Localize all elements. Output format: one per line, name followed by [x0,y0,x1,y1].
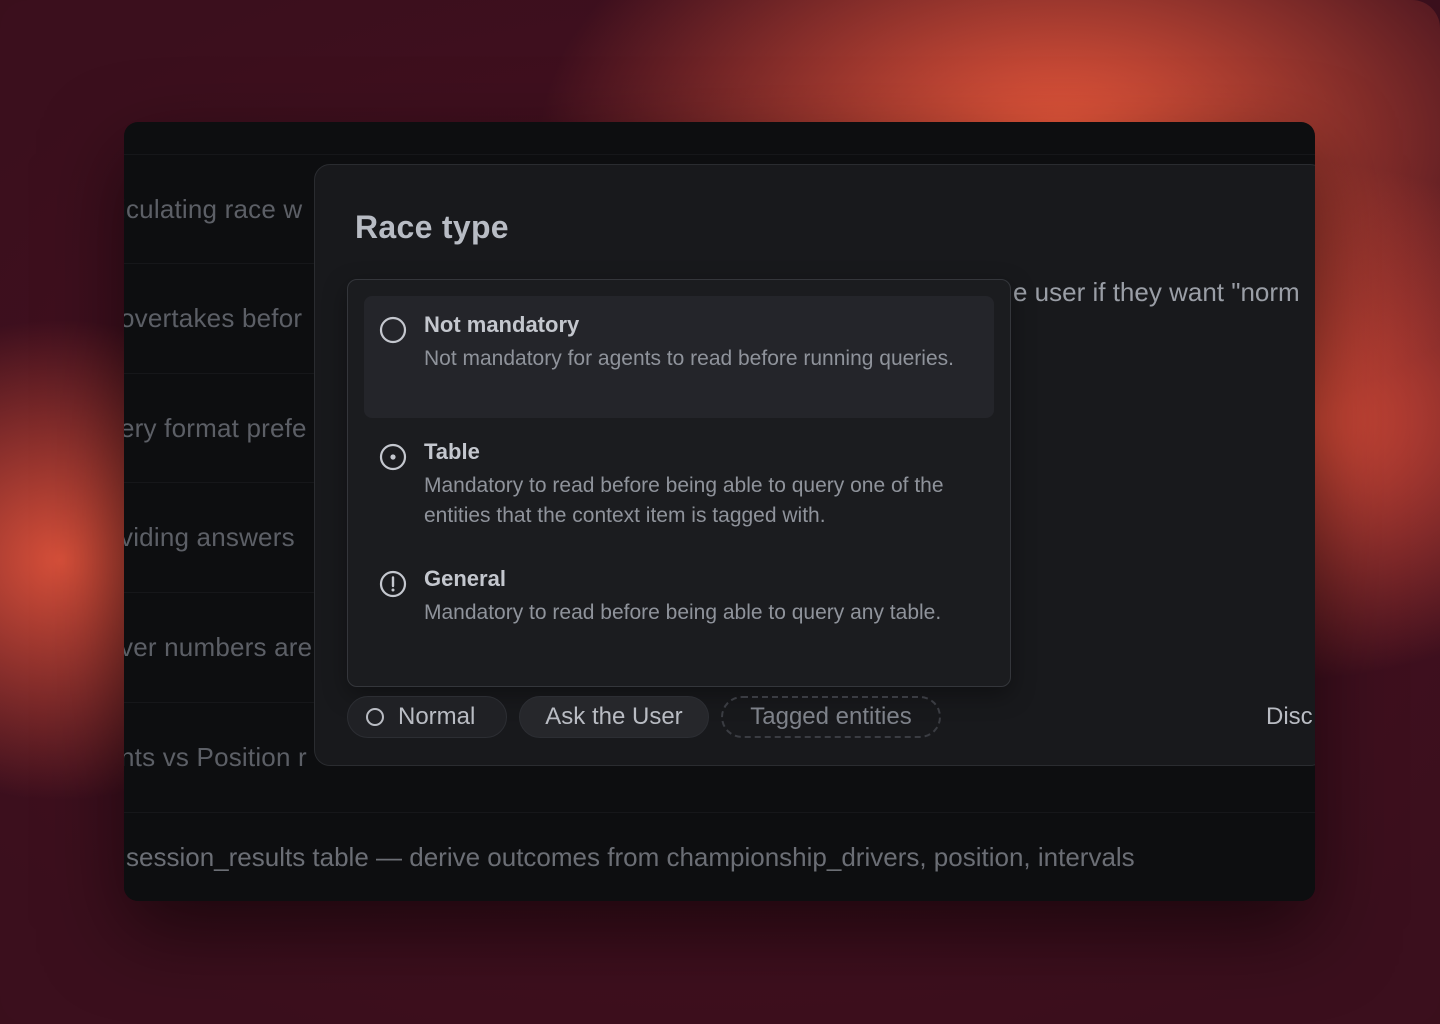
option-not-mandatory[interactable]: Not mandatory Not mandatory for agents t… [364,296,994,418]
circle-dot-icon [379,443,407,471]
chip-label: Ask the User [545,703,683,730]
chip-label: Normal [398,703,476,730]
option-title: Not mandatory [424,312,580,337]
race-type-dropdown: Not mandatory Not mandatory for agents t… [347,279,1011,687]
chip-label: Tagged entities [750,703,912,730]
tagged-entities-chip[interactable]: Tagged entities [721,696,941,738]
list-item-text: ver numbers are [124,632,313,662]
option-description: Mandatory to read before being able to q… [424,601,942,624]
option-description: Mandatory to read before being able to q… [424,474,944,527]
list-item-text: viding answers [124,522,295,552]
chip-bar: Normal Ask the User Tagged entities [347,696,941,740]
list-item-text: nts vs Position r [124,742,307,772]
option-general[interactable]: General Mandatory to read before being a… [364,550,994,672]
race-type-chip[interactable]: Normal [347,696,507,738]
list-item-text: overtakes befor [124,303,303,333]
context-item-editor-panel: Race type e user if they want "norm Not … [314,164,1315,766]
option-title: General [424,566,506,591]
circle-outline-icon [366,708,384,726]
alert-circle-icon [379,570,407,598]
list-item[interactable]: session_results table — derive outcomes … [124,812,1315,901]
instruction-text[interactable]: e user if they want "norm [1013,277,1300,308]
circle-outline-icon [379,316,407,344]
panel-title: Race type [355,209,509,245]
list-item-text: ery format prefe [124,413,307,443]
list-item-text: session_results table — derive outcomes … [126,842,1135,872]
option-title: Table [424,439,480,464]
option-description: Not mandatory for agents to read before … [424,347,954,370]
ask-the-user-chip[interactable]: Ask the User [519,696,709,738]
discard-button[interactable]: Disc [1266,703,1313,731]
list-item-text: iculating race w [124,194,303,224]
option-table[interactable]: Table Mandatory to read before being abl… [364,423,994,545]
app-window: iculating race w overtakes befor ery for… [124,122,1315,901]
